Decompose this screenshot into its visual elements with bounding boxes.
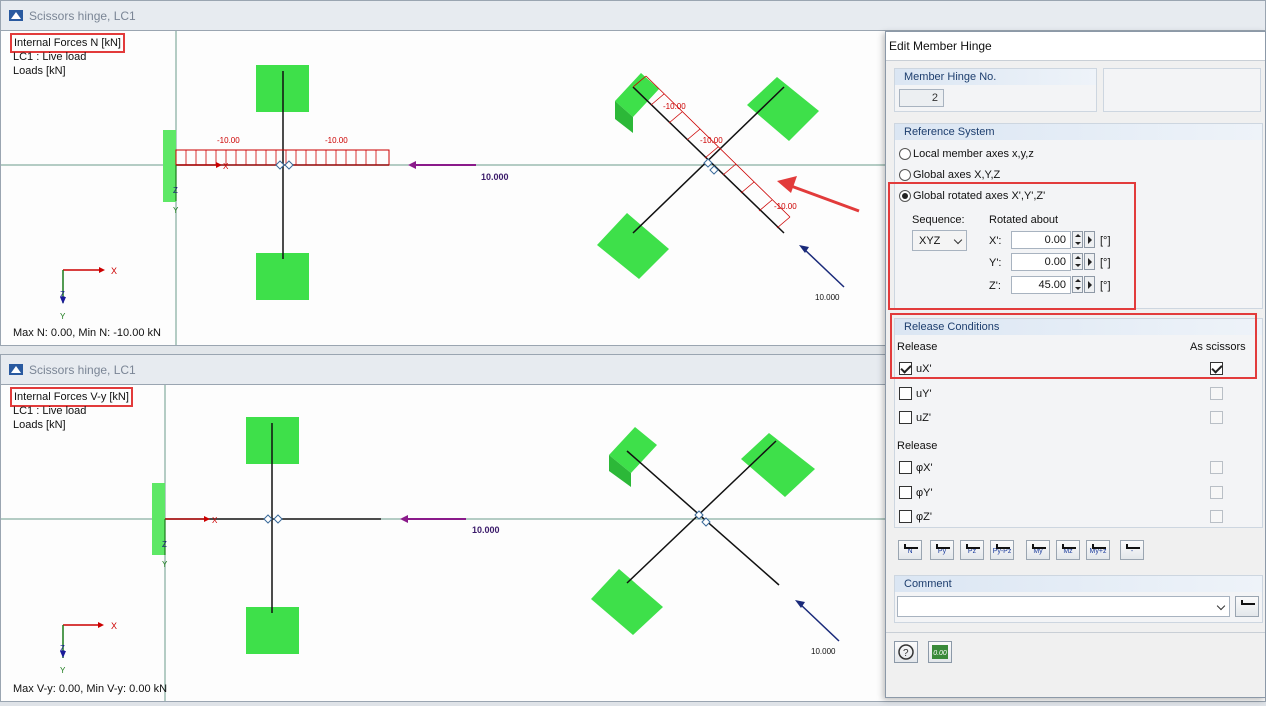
axis-label-y: Y [173,206,179,215]
release-uy-checkbox[interactable] [899,387,912,400]
scissors-phiz-checkbox [1210,510,1223,523]
n-label: -10.00 [700,136,723,145]
bottom-window-title: Scissors hinge, LC1 [29,363,136,377]
global-axis-x: X [111,266,117,276]
help-button[interactable]: ? [894,641,918,663]
n-label: -10.00 [217,136,240,145]
global-axis-x: X [111,621,117,631]
release-phiy-checkbox[interactable] [899,486,912,499]
scissors-uy-checkbox [1210,387,1223,400]
top-window-titlebar[interactable]: Scissors hinge, LC1 [1,1,1265,31]
top-window-title: Scissors hinge, LC1 [29,9,136,23]
load-value-label: 10.000 [811,647,836,656]
support-bottom-left [246,607,299,654]
reference-system-header: Reference System [895,124,1262,140]
chevron-down-icon [1216,601,1226,611]
release-rot-label: Release [897,440,938,452]
scissors-phix-checkbox [1210,461,1223,474]
radio-global-axes[interactable] [899,169,911,181]
load-value-label: 10.000 [472,525,500,535]
result-type-label: Internal Forces N [kN] [10,33,125,53]
scissors-phiy-checkbox [1210,486,1223,499]
loads-label: Loads [kN] [13,65,66,77]
release-uy-label: uY' [916,388,932,400]
bottom-info-legend: Internal Forces V-y [kN] LC1 : Live load… [10,387,133,432]
comment-input[interactable] [897,596,1230,617]
hinge-type-pz-button[interactable]: Pz [960,540,984,560]
scissors-uz-checkbox [1210,411,1223,424]
release-phiy-label: φY' [916,487,933,499]
hinge-no-field[interactable]: 2 [899,89,944,107]
dialog-titlebar[interactable]: Edit Member Hinge [886,32,1265,61]
axis-label-z: Z [162,540,167,549]
radio-global-axes-label: Global axes X,Y,Z [913,169,1001,181]
release-phiz-checkbox[interactable] [899,510,912,523]
release-uz-label: uZ' [916,412,931,424]
top-info-legend: Internal Forces N [kN] LC1 : Live load L… [10,33,125,78]
window-app-icon [9,364,23,375]
support-rotated-3 [597,213,669,279]
axis-label-z: Z [173,186,178,195]
hinge-type-my-button[interactable]: My [1026,540,1050,560]
radio-local-axes[interactable] [899,148,911,160]
support-bottom-left [256,253,309,300]
hinge-no-group: Member Hinge No. 2 [894,68,1097,112]
hinge-type-py-pz-button[interactable]: Py-Pz [990,540,1014,560]
axis-label-y: Y [162,560,168,569]
loads-label: Loads [kN] [13,419,66,431]
hinge-type-n-button[interactable]: N [898,540,922,560]
hinge-description-group [1103,68,1261,112]
global-axis-z: Z [60,644,65,653]
n-label: -10.00 [663,102,686,111]
hinge-type-mz-button[interactable]: Mz [1056,540,1080,560]
support-rotated-2 [747,77,819,141]
max-min-label: Max V-y: 0.00, Min V-y: 0.00 kN [13,683,168,695]
dialog-footer-divider [886,632,1265,633]
load-case-label: LC1 : Live load [13,405,87,417]
highlight-rotated-axes [888,182,1136,310]
axis-label-x: X [223,162,229,171]
max-min-label: Max N: 0.00, Min N: -10.00 kN [13,327,161,339]
n-label: -10.00 [774,202,797,211]
support-rotated-2 [741,433,815,497]
dialog-title: Edit Member Hinge [889,39,992,53]
result-type-label: Internal Forces V-y [kN] [10,387,133,407]
support-rotated-3 [591,569,663,635]
values-icon: 0.00 [932,645,948,659]
hinge-no-header: Member Hinge No. [895,69,1096,85]
axis-label-x: X [212,516,218,525]
hinge-type-myz-button[interactable]: My+z [1086,540,1110,560]
global-axis-y: Y [60,312,66,321]
edit-member-hinge-dialog[interactable]: Edit Member Hinge Member Hinge No. 2 Ref… [885,31,1266,698]
hinge-type-py-button[interactable]: Py [930,540,954,560]
comment-group: Comment [894,575,1263,623]
load-value-label: 10.000 [815,293,840,302]
annotation-arrow [777,176,797,193]
highlight-release-ux [890,313,1257,379]
radio-local-axes-label: Local member axes x,y,z [913,148,1034,160]
global-axis-z: Z [60,290,65,299]
load-case-label: LC1 : Live load [13,51,87,63]
load-value-label: 10.000 [481,172,509,182]
svg-text:?: ? [903,648,909,659]
comment-header: Comment [895,576,1262,592]
n-label: -10.00 [325,136,348,145]
global-axis-y: Y [60,666,66,675]
show-values-button[interactable]: 0.00 [928,641,952,663]
window-app-icon [9,10,23,21]
release-phix-label: φX' [916,462,933,474]
comment-library-button[interactable] [1235,596,1259,617]
hinge-type-none-button[interactable]: - [1120,540,1144,560]
release-uz-checkbox[interactable] [899,411,912,424]
release-phiz-label: φZ' [916,511,932,523]
release-phix-checkbox[interactable] [899,461,912,474]
help-icon: ? [898,644,914,660]
